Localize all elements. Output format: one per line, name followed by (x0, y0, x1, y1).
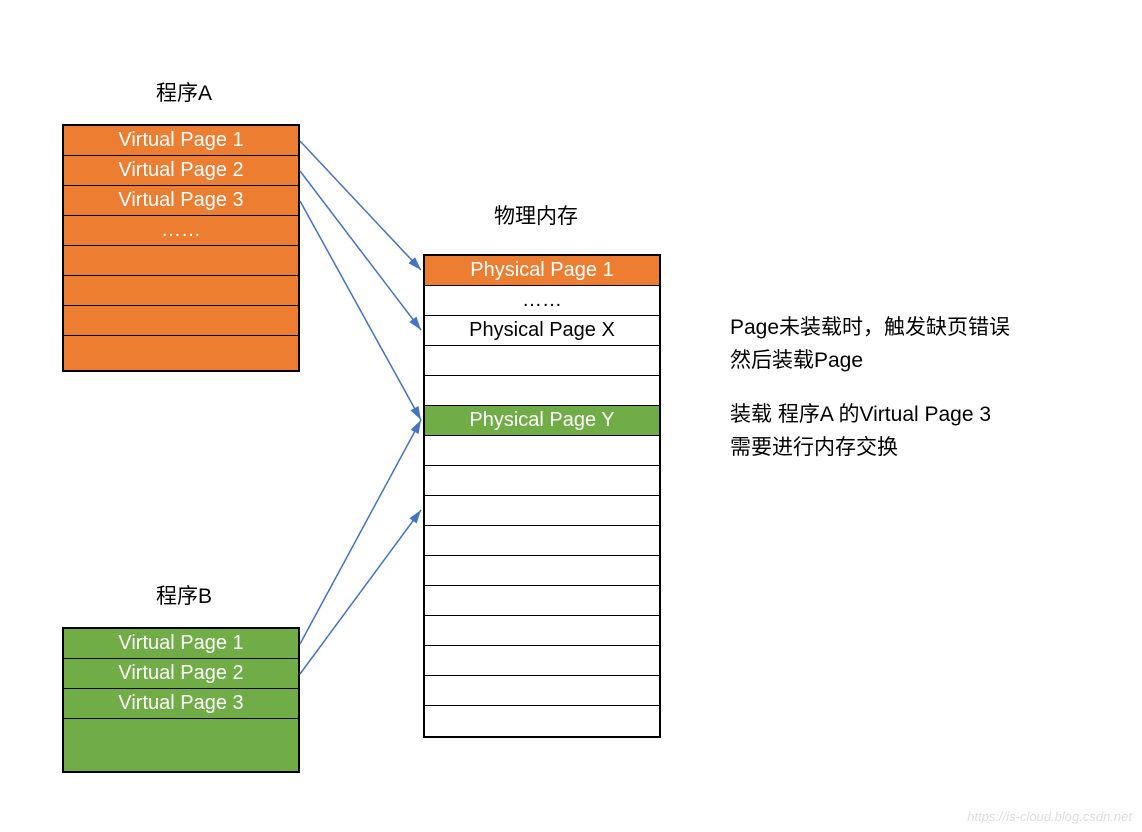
program-a-row (64, 306, 298, 336)
program-b-row (64, 719, 298, 771)
annotation-line: 然后装载Page (730, 345, 1010, 378)
physical-row (425, 376, 659, 406)
program-a-row (64, 246, 298, 276)
program-a-row (64, 276, 298, 306)
physical-row (425, 586, 659, 616)
physical-row: Physical Page Y (425, 406, 659, 436)
physical-row: Physical Page X (425, 316, 659, 346)
annotation-line: 需要进行内存交换 (730, 432, 1010, 465)
physical-row (425, 676, 659, 706)
program-b-row: Virtual Page 3 (64, 689, 298, 719)
program-a-row (64, 336, 298, 370)
program-a-row: …… (64, 216, 298, 246)
program-a-row: Virtual Page 3 (64, 186, 298, 216)
annotation-block: Page未装载时，触发缺页错误 然后装载Page 装载 程序A 的Virtual… (730, 312, 1010, 464)
watermark: https://is-cloud.blog.csdn.net (967, 809, 1132, 824)
physical-memory-table: Physical Page 1 …… Physical Page X Physi… (423, 254, 661, 738)
program-b-row: Virtual Page 1 (64, 629, 298, 659)
physical-row (425, 526, 659, 556)
program-b-title: 程序B (156, 580, 212, 610)
physical-row (425, 346, 659, 376)
program-a-table: Virtual Page 1 Virtual Page 2 Virtual Pa… (62, 124, 300, 372)
physical-row: Physical Page 1 (425, 256, 659, 286)
program-b-table: Virtual Page 1 Virtual Page 2 Virtual Pa… (62, 627, 300, 773)
annotation-line: 装载 程序A 的Virtual Page 3 (730, 399, 1010, 432)
physical-row (425, 646, 659, 676)
physical-row (425, 496, 659, 526)
physical-row (425, 616, 659, 646)
physical-row (425, 556, 659, 586)
physical-row (425, 436, 659, 466)
physical-row (425, 466, 659, 496)
program-a-row: Virtual Page 2 (64, 156, 298, 186)
program-a-title: 程序A (156, 77, 212, 107)
program-b-row: Virtual Page 2 (64, 659, 298, 689)
annotation-line: Page未装载时，触发缺页错误 (730, 312, 1010, 345)
physical-memory-title: 物理内存 (494, 200, 578, 230)
physical-row: …… (425, 286, 659, 316)
program-a-row: Virtual Page 1 (64, 126, 298, 156)
physical-row (425, 706, 659, 736)
